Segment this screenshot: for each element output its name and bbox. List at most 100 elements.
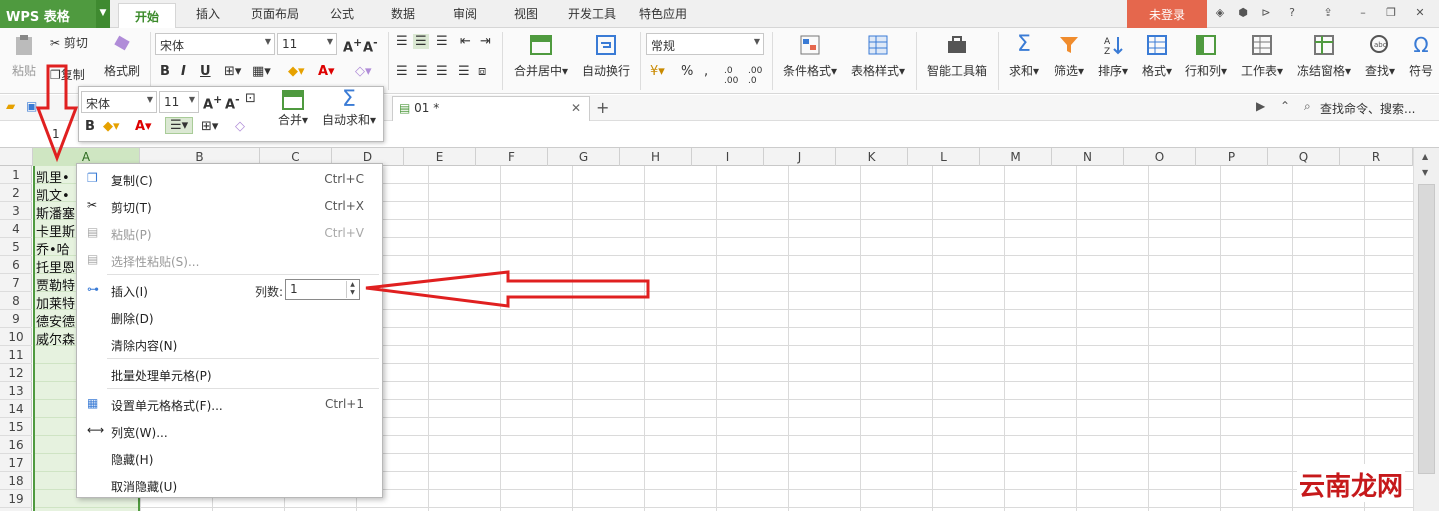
thousands-icon[interactable]: , — [704, 64, 708, 79]
increase-decimal-icon[interactable]: .0.00 — [724, 66, 738, 86]
mini-align-center-icon[interactable]: ☰▾ — [165, 117, 194, 134]
column-header-f[interactable]: F — [476, 148, 548, 166]
row-header[interactable]: 7 — [0, 274, 32, 292]
smart-toolbox-button[interactable]: 智能工具箱 — [922, 34, 992, 79]
scrollbar-thumb[interactable] — [1418, 184, 1435, 474]
font-name-select[interactable]: 宋体 ▼ — [155, 33, 275, 55]
mini-fill-color-icon[interactable]: ◆▾ — [103, 119, 120, 134]
column-header-o[interactable]: O — [1124, 148, 1196, 166]
row-header[interactable]: 18 — [0, 472, 32, 490]
column-count-input[interactable]: 1 ▲ ▼ — [285, 279, 360, 300]
grow-font-icon[interactable]: A+ — [343, 36, 362, 55]
menu-item-delete[interactable]: 删除(D) — [77, 304, 382, 330]
close-icon[interactable]: ✕ — [571, 101, 581, 115]
select-all-corner[interactable] — [0, 148, 33, 166]
shield-icon[interactable]: ◈ — [1212, 6, 1228, 22]
tab-insert[interactable]: 插入 — [196, 5, 220, 22]
row-header[interactable]: 13 — [0, 382, 32, 400]
minimize-icon[interactable]: – — [1355, 6, 1371, 22]
menu-item-unhide[interactable]: 取消隐藏(U) — [77, 472, 382, 498]
column-header-e[interactable]: E — [404, 148, 476, 166]
shrink-font-icon[interactable]: A- — [363, 36, 378, 55]
row-col-button[interactable]: 行和列▾ — [1180, 34, 1232, 79]
menu-item-insert[interactable]: ⊶ 插入(I) — [77, 277, 277, 303]
mini-font-name-select[interactable]: 宋体 ▼ — [81, 91, 157, 113]
column-header-r[interactable]: R — [1340, 148, 1413, 166]
align-right-icon[interactable]: ☰ — [436, 64, 448, 79]
font-size-select[interactable]: 11 ▼ — [277, 33, 337, 55]
row-header[interactable]: 6 — [0, 256, 32, 274]
symbol-button[interactable]: Ω 符号 — [1404, 34, 1438, 79]
bold-button[interactable]: B — [160, 64, 170, 79]
fill-color-icon[interactable]: ◆▾ — [288, 64, 305, 79]
mini-autosum-button[interactable]: Σ 自动求和▾ — [317, 89, 381, 128]
row-header[interactable]: 12 — [0, 364, 32, 382]
new-tab-icon[interactable]: + — [596, 98, 609, 117]
tab-page-layout[interactable]: 页面布局 — [251, 5, 299, 22]
column-header-i[interactable]: I — [692, 148, 764, 166]
spinner-icon[interactable]: ▲ ▼ — [346, 281, 358, 298]
close-icon[interactable]: ✕ — [1412, 6, 1428, 22]
align-top-icon[interactable]: ☰ — [396, 34, 408, 49]
currency-icon[interactable]: ¥▾ — [650, 64, 665, 79]
save-icon[interactable]: ▣ — [26, 99, 37, 113]
conditional-format-button[interactable]: 条件格式▾ — [778, 34, 842, 79]
find-button[interactable]: abc 查找▾ — [1360, 34, 1400, 79]
tab-features[interactable]: 特色应用 — [639, 5, 687, 22]
align-bottom-icon[interactable]: ☰ — [436, 34, 448, 49]
app-menu-button[interactable]: WPS 表格 ▼ — [0, 0, 110, 28]
merge-center-button[interactable]: 合并居中▾ — [508, 34, 574, 79]
row-header[interactable]: 2 — [0, 184, 32, 202]
freeze-panes-button[interactable]: 冻结窗格▾ — [1292, 34, 1356, 79]
row-header[interactable]: 8 — [0, 292, 32, 310]
shrink-font-icon[interactable]: A- — [225, 93, 240, 112]
login-button[interactable]: 未登录 — [1127, 0, 1207, 28]
hexagon-icon[interactable]: ⬢ — [1235, 6, 1251, 22]
sort-button[interactable]: AZ 排序▾ — [1092, 34, 1134, 79]
align-middle-icon[interactable]: ☰ — [413, 34, 429, 49]
cell-style-icon[interactable]: ▦▾ — [252, 64, 271, 79]
menu-item-column-width[interactable]: ⟷ 列宽(W)... — [77, 418, 382, 444]
row-header[interactable]: 10 — [0, 328, 32, 346]
column-header-p[interactable]: P — [1196, 148, 1268, 166]
row-header[interactable]: 4 — [0, 220, 32, 238]
row-header[interactable]: 1 — [0, 166, 32, 184]
sum-button[interactable]: Σ 求和▾ — [1004, 34, 1044, 79]
tab-formula[interactable]: 公式 — [330, 5, 354, 22]
mini-font-size-select[interactable]: 11 ▼ — [159, 91, 199, 113]
open-folder-icon[interactable]: ▰ — [6, 99, 15, 113]
menu-item-clear-content[interactable]: 清除内容(N) — [77, 331, 382, 357]
column-header-k[interactable]: K — [836, 148, 908, 166]
tab-developer[interactable]: 开发工具 — [568, 5, 616, 22]
chevron-down-icon[interactable]: ▼ — [96, 0, 110, 28]
copy-button[interactable]: ❐复制 — [50, 66, 98, 83]
menu-item-hide[interactable]: 隐藏(H) — [77, 445, 382, 471]
align-left-icon[interactable]: ☰ — [396, 64, 408, 79]
mini-bold-button[interactable]: B — [85, 119, 95, 134]
column-header-m[interactable]: M — [980, 148, 1052, 166]
format-cells-icon[interactable]: ⊡ — [245, 91, 256, 106]
vertical-scrollbar[interactable]: ▲ ▼ — [1413, 148, 1439, 511]
help-icon[interactable]: ? — [1284, 6, 1300, 22]
column-header-l[interactable]: L — [908, 148, 980, 166]
format-painter-button[interactable]: 格式刷 — [102, 34, 142, 79]
menu-item-batch-cells[interactable]: 批量处理单元格(P) — [77, 361, 382, 387]
row-header[interactable]: 15 — [0, 418, 32, 436]
distribute-icon[interactable]: ⧈ — [478, 64, 486, 79]
wrap-text-button[interactable]: 自动换行 — [578, 34, 634, 79]
restore-ribbon-icon[interactable]: ⇪ — [1320, 6, 1336, 22]
format-button[interactable]: 格式▾ — [1136, 34, 1178, 79]
border-icon[interactable]: ⊞▾ — [224, 64, 241, 79]
maximize-icon[interactable]: ❐ — [1383, 6, 1399, 22]
tab-view[interactable]: 视图 — [514, 5, 538, 22]
row-header[interactable]: 17 — [0, 454, 32, 472]
row-header[interactable]: 3 — [0, 202, 32, 220]
search-input[interactable]: 查找命令、搜索... — [1320, 100, 1415, 117]
paste-button[interactable]: 粘贴 — [6, 34, 42, 79]
share-icon[interactable]: ⊳ — [1258, 6, 1274, 22]
mini-clear-icon[interactable]: ◇ — [235, 119, 245, 134]
tab-home[interactable]: 开始 — [118, 3, 176, 28]
row-header[interactable]: 14 — [0, 400, 32, 418]
justify-icon[interactable]: ☰ — [458, 64, 470, 79]
indent-increase-icon[interactable]: ⇥ — [480, 34, 491, 49]
